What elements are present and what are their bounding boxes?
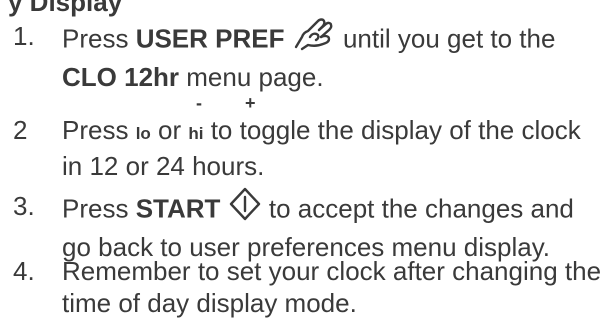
key-lo: lo <box>135 124 151 143</box>
step-text-fragment: to toggle the display of the clock <box>203 115 581 145</box>
step-text: Press USER PREF until you get to the CLO… <box>62 17 610 93</box>
step-line: Remember to set your clock after changin… <box>62 256 602 286</box>
step-text-fragment: Press <box>62 115 136 145</box>
plus-sign: + <box>245 93 256 113</box>
step-number: 4. <box>13 256 35 286</box>
step-line: Press USER PREF until you get to the <box>62 17 610 61</box>
key-name-start: START <box>135 193 221 224</box>
step-text: Press lo or hi to toggle the display of … <box>62 114 610 182</box>
key-name-user-pref: USER PREF <box>135 23 285 54</box>
step-line: Press lo or hi to toggle the display of … <box>62 114 610 150</box>
section-heading-text: y Display <box>8 0 123 17</box>
menu-page-name: CLO 12hr <box>62 62 180 92</box>
step-line: time of day display mode. <box>62 288 357 318</box>
step-line: Press START to accept the changes and <box>62 187 610 231</box>
step-text-fragment: Press <box>62 23 136 54</box>
step-number: 2 <box>13 115 28 145</box>
start-diamond-icon <box>228 187 262 228</box>
step-text-fragment: to accept the changes and <box>261 193 574 224</box>
hand-pref-icon <box>292 17 336 58</box>
step-line: in 12 or 24 hours. <box>62 151 265 181</box>
minus-sign: - <box>196 93 202 113</box>
step-number: 1. <box>13 21 35 51</box>
step-line: CLO 12hr menu page. <box>62 61 610 93</box>
step-text: Press START to accept the changes and go… <box>62 187 610 263</box>
step-number: 3. <box>13 191 35 221</box>
step-text-fragment: Press <box>62 193 136 224</box>
step-text-fragment: until you get to the <box>335 23 556 54</box>
step-text-fragment: or <box>150 115 189 145</box>
step-text: Remember to set your clock after changin… <box>62 255 610 318</box>
key-hi: hi <box>188 124 204 143</box>
step-text-fragment: menu page. <box>179 62 324 92</box>
section-heading: y Display <box>8 0 122 17</box>
